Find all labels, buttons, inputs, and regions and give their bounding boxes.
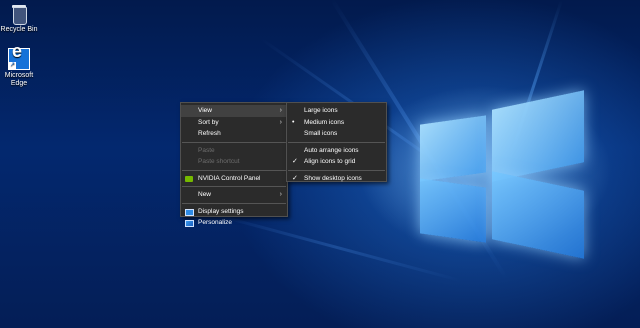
menu-item-label: Paste shortcut [198, 158, 240, 165]
menu-item-display-settings[interactable]: Display settings [181, 206, 287, 218]
desktop-icon-label: Microsoft Edge [4, 72, 34, 87]
recycle-bin-icon [9, 4, 29, 25]
personalize-icon [185, 220, 194, 227]
menu-item-label: Personalize [198, 219, 232, 226]
menu-item-label: Medium icons [304, 118, 345, 126]
radio-bullet-icon: • [292, 118, 295, 126]
menu-item-label: NVIDIA Control Panel [198, 174, 261, 182]
submenu-arrow-icon: › [279, 107, 282, 114]
shortcut-arrow-icon: ↗ [9, 62, 16, 69]
submenu-arrow-icon: › [279, 118, 282, 126]
menu-separator [288, 169, 385, 171]
menu-item-show-desktop-icons[interactable]: ✓ Show desktop icons [287, 173, 386, 185]
menu-item-label: Paste [198, 146, 215, 154]
menu-item-label: View [198, 107, 212, 114]
checkmark-icon: ✓ [292, 158, 298, 165]
menu-item-auto-arrange[interactable]: Auto arrange icons [287, 145, 386, 157]
menu-item-personalize[interactable]: Personalize [181, 217, 287, 229]
menu-item-label: Auto arrange icons [304, 146, 359, 154]
menu-item-sort-by[interactable]: Sort by › [181, 117, 287, 129]
nvidia-icon [185, 175, 193, 182]
desktop-icon-recycle-bin[interactable]: Recycle Bin [0, 4, 38, 34]
menu-item-label: Show desktop icons [304, 174, 362, 182]
menu-item-view[interactable]: View › [181, 105, 287, 117]
menu-item-label: Sort by [198, 118, 219, 126]
menu-item-paste-shortcut[interactable]: Paste shortcut [181, 156, 287, 168]
windows-logo [420, 90, 620, 259]
menu-item-label: Align icons to grid [304, 158, 356, 165]
menu-item-nvidia-control-panel[interactable]: NVIDIA Control Panel [181, 173, 287, 185]
menu-separator [288, 141, 385, 143]
menu-item-refresh[interactable]: Refresh [181, 128, 287, 140]
menu-item-align-to-grid[interactable]: ✓ Align icons to grid [287, 156, 386, 168]
view-submenu: Large icons • Medium icons Small icons A… [286, 102, 387, 182]
submenu-arrow-icon: › [279, 191, 282, 198]
menu-item-new[interactable]: New › [181, 189, 287, 201]
menu-item-label: Small icons [304, 130, 338, 137]
menu-separator [182, 202, 286, 204]
menu-item-label: Display settings [198, 207, 244, 215]
menu-separator [182, 169, 286, 171]
edge-icon: e ↗ [8, 42, 30, 70]
menu-item-large-icons[interactable]: Large icons [287, 105, 386, 117]
menu-item-label: Large icons [304, 107, 338, 114]
desktop-context-menu: View › Sort by › Refresh Paste Paste sho… [180, 102, 288, 227]
desktop-icon-microsoft-edge[interactable]: e ↗ Microsoft Edge [0, 42, 38, 88]
menu-separator [182, 141, 286, 143]
menu-item-paste[interactable]: Paste [181, 145, 287, 157]
checkmark-icon: ✓ [292, 174, 298, 182]
desktop-icon-label: Recycle Bin [0, 26, 38, 33]
menu-item-label: Refresh [198, 130, 221, 137]
menu-item-medium-icons[interactable]: • Medium icons [287, 117, 386, 129]
menu-item-small-icons[interactable]: Small icons [287, 128, 386, 140]
menu-separator [182, 186, 286, 187]
display-icon [185, 208, 194, 216]
menu-item-label: New [198, 191, 212, 198]
